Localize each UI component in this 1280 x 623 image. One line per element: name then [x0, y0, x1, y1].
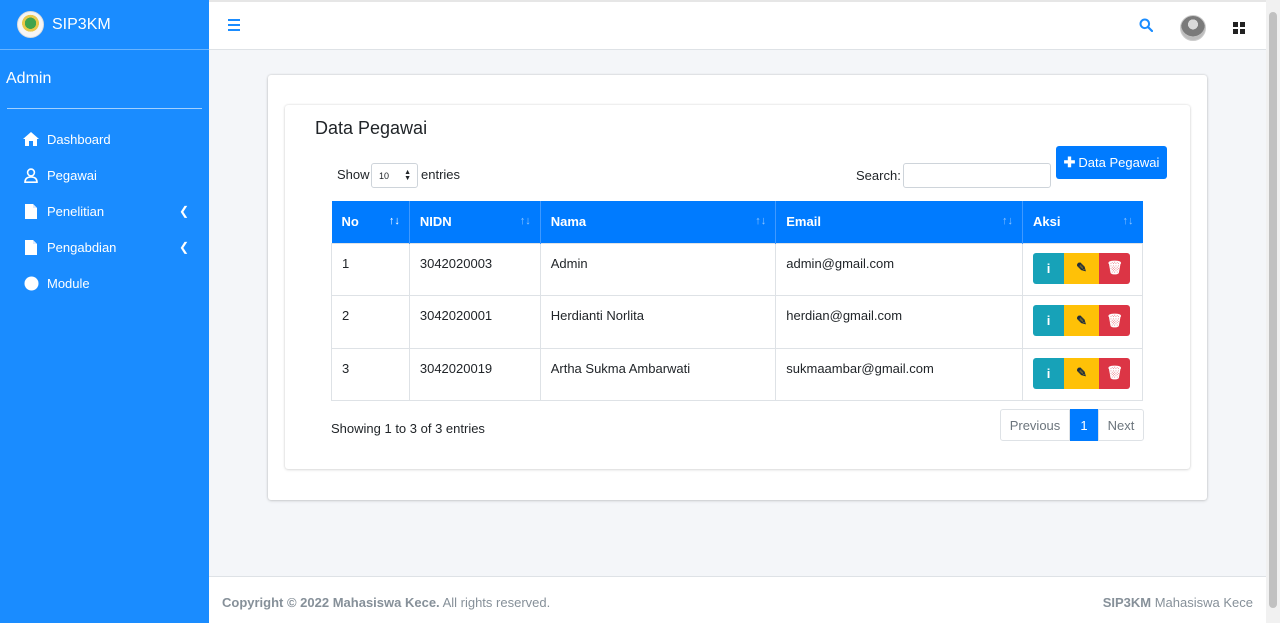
file-icon: [23, 239, 39, 255]
top-navbar: [209, 0, 1266, 50]
chevron-left-icon: ❮: [178, 240, 189, 254]
file-icon: [23, 203, 39, 219]
cell-nama: Admin: [539, 242, 777, 296]
search-input[interactable]: [903, 163, 1051, 188]
sidebar-item-penelitian[interactable]: Penelitian ❮: [0, 193, 209, 229]
sidebar-item-label: Pegawai: [47, 167, 97, 183]
cell-no: 3: [331, 347, 410, 401]
footer: Copyright © 2022 Mahasiswa Kece. All rig…: [209, 576, 1266, 623]
cell-email: admin@gmail.com: [775, 242, 1024, 296]
info-icon: i: [1046, 365, 1051, 381]
cell-email: sukmaambar@gmail.com: [775, 347, 1024, 401]
edit-icon: ✎: [1076, 312, 1087, 328]
detail-button[interactable]: i: [1033, 252, 1065, 284]
column-header-email[interactable]: Email ↑↓: [775, 201, 1024, 243]
cell-email: herdian@gmail.com: [775, 295, 1024, 349]
sort-icon: ↑↓: [1122, 215, 1134, 227]
table-header-row: No ↑↓ NIDN ↑↓ Nama ↑↓ Email ↑↓ Aksi ↑↓: [331, 201, 1143, 243]
sidebar-item-label: Penelitian: [47, 203, 105, 219]
pagination-page-1[interactable]: 1: [1070, 409, 1098, 441]
edit-button[interactable]: ✎: [1064, 305, 1100, 337]
brand-name: SIP3KM: [52, 15, 111, 33]
footer-brand: SIP3KM Mahasiswa Kece: [1102, 595, 1253, 610]
info-icon: i: [1046, 260, 1051, 276]
pagination-previous[interactable]: Previous: [1000, 409, 1070, 441]
pagination-next[interactable]: Next: [1098, 409, 1144, 441]
sidebar-item-module[interactable]: Module: [0, 265, 209, 301]
plus-icon: ✚: [1063, 154, 1076, 170]
scrollbar-thumb[interactable]: [1269, 12, 1277, 608]
pegawai-table: No ↑↓ NIDN ↑↓ Nama ↑↓ Email ↑↓ Aksi ↑↓ 1 3042…: [331, 201, 1143, 401]
column-header-nama[interactable]: Nama ↑↓: [540, 201, 777, 243]
home-icon: [23, 131, 39, 147]
column-header-aksi[interactable]: Aksi ↑↓: [1022, 201, 1143, 243]
brand-logo-icon: [17, 11, 44, 38]
search-icon[interactable]: [1139, 18, 1154, 37]
page-title: Data Pegawai: [315, 118, 428, 138]
detail-button[interactable]: i: [1033, 357, 1065, 389]
apps-grid-icon[interactable]: [1233, 22, 1245, 34]
sidebar: SIP3KM Admin Dashboard Pegawai Penelitia…: [0, 0, 209, 623]
cell-nama: Artha Sukma Ambarwati: [539, 347, 777, 401]
trash-icon: 🗑: [1106, 260, 1123, 276]
edit-button[interactable]: ✎: [1064, 252, 1100, 284]
trash-icon: 🗑: [1106, 312, 1123, 328]
cell-nidn: 3042020019: [408, 347, 541, 401]
cell-no: 2: [331, 295, 410, 349]
cell-nama: Herdianti Norlita: [539, 295, 777, 349]
sidebar-item-label: Module: [47, 275, 90, 291]
page-size-select[interactable]: 10 ▲ ▼: [371, 163, 418, 188]
cell-nidn: 3042020001: [408, 295, 541, 349]
sidebar-item-pegawai[interactable]: Pegawai: [0, 157, 209, 193]
cell-no: 1: [331, 242, 410, 296]
sort-arrows-icon: ▲ ▼: [404, 169, 411, 182]
table-row: 1 3042020003 Admin admin@gmail.com i ✎ 🗑: [331, 242, 1143, 296]
sidebar-item-pengabdian[interactable]: Pengabdian ❮: [0, 229, 209, 265]
sidebar-nav: Dashboard Pegawai Penelitian ❮ Pengabdia…: [0, 109, 209, 301]
scrollbar[interactable]: [1266, 0, 1280, 623]
trash-icon: 🗑: [1106, 365, 1123, 381]
sidebar-item-label: Dashboard: [47, 131, 111, 147]
cell-aksi: i ✎ 🗑: [1022, 295, 1143, 349]
chevron-left-icon: ❮: [178, 204, 189, 218]
user-name[interactable]: Admin: [6, 70, 51, 88]
edit-icon: ✎: [1076, 260, 1087, 276]
search-label: Search:: [856, 168, 901, 183]
page-size-value: 10: [379, 170, 390, 181]
column-header-nidn[interactable]: NIDN ↑↓: [409, 201, 541, 243]
add-pegawai-label: Data Pegawai: [1078, 155, 1160, 170]
table-row: 3 3042020019 Artha Sukma Ambarwati sukma…: [331, 347, 1143, 401]
info-icon: i: [1046, 313, 1051, 329]
sort-icon: ↑↓: [519, 215, 531, 227]
edit-button[interactable]: ✎: [1064, 357, 1100, 389]
cell-nidn: 3042020003: [408, 242, 541, 296]
delete-button[interactable]: 🗑: [1099, 357, 1131, 389]
sort-asc-icon: ↑↓: [388, 215, 400, 227]
edit-icon: ✎: [1076, 365, 1087, 381]
user-panel: Admin: [6, 50, 202, 109]
footer-copyright: Copyright © 2022 Mahasiswa Kece. All rig…: [222, 595, 551, 610]
user-icon: [23, 167, 39, 183]
table-info: Showing 1 to 3 of 3 entries: [331, 421, 485, 436]
delete-button[interactable]: 🗑: [1099, 252, 1131, 284]
brand-link[interactable]: SIP3KM: [0, 0, 209, 50]
show-label: Show: [337, 167, 370, 182]
detail-button[interactable]: i: [1033, 305, 1065, 337]
sidebar-item-label: Pengabdian: [47, 239, 117, 255]
entries-label: entries: [421, 167, 461, 182]
delete-button[interactable]: 🗑: [1099, 305, 1131, 337]
menu-toggle-icon[interactable]: [228, 19, 240, 31]
sidebar-item-dashboard[interactable]: Dashboard: [0, 121, 209, 157]
circle-icon: [23, 275, 39, 291]
cell-aksi: i ✎ 🗑: [1022, 347, 1143, 401]
table-row: 2 3042020001 Herdianti Norlita herdian@g…: [331, 295, 1143, 349]
pagination: Previous 1 Next: [1000, 409, 1144, 441]
sort-icon: ↑↓: [1002, 215, 1014, 227]
cell-aksi: i ✎ 🗑: [1022, 242, 1143, 296]
sort-icon: ↑↓: [755, 215, 767, 227]
avatar[interactable]: [1180, 15, 1206, 41]
column-header-no[interactable]: No ↑↓: [331, 201, 410, 243]
add-pegawai-button[interactable]: ✚ Data Pegawai: [1056, 146, 1167, 179]
